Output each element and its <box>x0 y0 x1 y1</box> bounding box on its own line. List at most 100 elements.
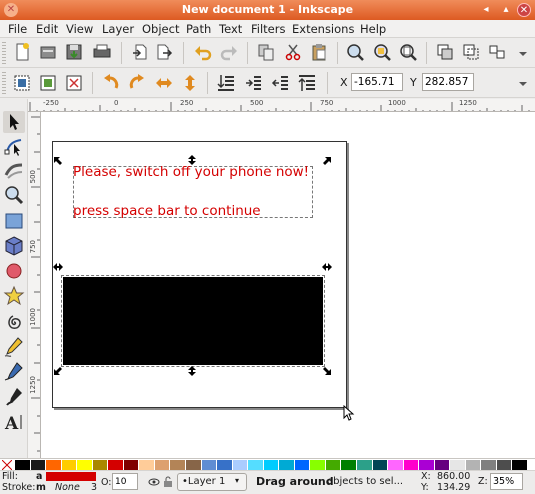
menu-file[interactable]: File <box>8 22 27 36</box>
menu-path[interactable]: Path <box>186 22 211 36</box>
layer-visibility-icon[interactable] <box>148 476 160 488</box>
zoom-tool-icon[interactable] <box>3 184 25 206</box>
color-swatch[interactable] <box>108 460 123 470</box>
menu-view[interactable]: View <box>66 22 93 36</box>
color-swatch[interactable] <box>92 460 108 470</box>
color-swatch[interactable] <box>450 460 465 470</box>
color-swatch[interactable] <box>139 460 154 470</box>
resize-handle-w[interactable] <box>53 262 63 272</box>
toolbar-grip[interactable] <box>2 72 6 94</box>
3d-box-tool-icon[interactable] <box>3 235 25 257</box>
layer-selector[interactable]: •Layer 1 ▾ <box>177 473 247 491</box>
export-icon[interactable] <box>154 42 174 62</box>
color-swatch[interactable] <box>419 460 434 470</box>
text-tool-icon[interactable]: A <box>3 411 25 434</box>
no-paint-swatch[interactable] <box>1 459 13 471</box>
color-swatch[interactable] <box>248 460 263 470</box>
resize-handle-n[interactable] <box>187 155 197 165</box>
zoom-page-icon[interactable] <box>398 42 418 62</box>
close-icon[interactable]: ✕ <box>517 3 531 17</box>
node-tool-icon[interactable] <box>3 135 25 157</box>
menu-text[interactable]: Text <box>219 22 242 36</box>
menu-layer[interactable]: Layer <box>102 22 134 36</box>
menu-help[interactable]: Help <box>360 22 386 36</box>
star-tool-icon[interactable] <box>3 285 25 307</box>
color-swatch[interactable] <box>123 460 139 470</box>
redo-icon[interactable] <box>219 42 239 62</box>
resize-handle-nw[interactable] <box>53 156 63 166</box>
ellipse-tool-icon[interactable] <box>3 260 25 282</box>
select-all-layers-icon[interactable] <box>38 73 58 93</box>
stroke-none-label[interactable]: None <box>55 482 80 493</box>
cut-icon[interactable] <box>283 42 303 62</box>
color-swatch[interactable] <box>512 460 527 470</box>
y-field[interactable] <box>422 73 474 91</box>
opacity-field[interactable] <box>112 473 138 490</box>
color-swatch[interactable] <box>341 460 356 470</box>
tweak-tool-icon[interactable] <box>3 159 25 181</box>
undo-icon[interactable] <box>193 42 213 62</box>
x-field[interactable] <box>351 73 403 91</box>
color-swatch[interactable] <box>357 460 372 470</box>
rotate-cw-icon[interactable] <box>127 73 147 93</box>
color-swatch[interactable] <box>325 460 341 470</box>
print-icon[interactable] <box>92 42 112 62</box>
calligraphy-tool-icon[interactable] <box>3 386 25 408</box>
color-swatch[interactable] <box>481 460 496 470</box>
drawing-canvas[interactable]: Please, switch off your phone now! press… <box>41 112 535 458</box>
resize-handle-se[interactable] <box>322 366 332 376</box>
color-swatch[interactable] <box>294 460 310 470</box>
color-swatch[interactable] <box>263 460 279 470</box>
resize-handle-e[interactable] <box>322 262 332 272</box>
color-swatch[interactable] <box>154 460 170 470</box>
duplicate-icon[interactable] <box>435 42 455 62</box>
horizontal-ruler[interactable]: -250 0 250 500 750 1000 1250 <box>28 99 535 112</box>
toolbar-grip[interactable] <box>2 42 6 64</box>
color-swatch[interactable] <box>15 460 30 470</box>
save-icon[interactable] <box>64 42 84 62</box>
resize-handle-s[interactable] <box>187 366 197 376</box>
resize-handle-sw[interactable] <box>53 366 63 376</box>
clone-icon[interactable] <box>461 42 481 62</box>
color-swatch[interactable] <box>496 460 512 470</box>
resize-handle-ne[interactable] <box>322 156 332 166</box>
color-swatch[interactable] <box>403 460 419 470</box>
raise-to-top-icon[interactable] <box>297 73 317 93</box>
text-line-1[interactable]: Please, switch off your phone now! <box>73 164 309 180</box>
layer-lock-icon[interactable] <box>163 476 173 488</box>
color-swatch[interactable] <box>201 460 217 470</box>
spiral-tool-icon[interactable] <box>3 311 25 333</box>
selector-tool-icon[interactable] <box>3 111 25 133</box>
fill-color-indicator[interactable] <box>46 472 96 481</box>
menu-filters[interactable]: Filters <box>251 22 285 36</box>
text-line-2[interactable]: press space bar to continue <box>73 203 261 219</box>
maximize-icon[interactable]: ▴ <box>499 3 513 17</box>
pen-tool-icon[interactable] <box>3 361 25 383</box>
toolbar-overflow-icon[interactable] <box>513 74 533 94</box>
color-swatch[interactable] <box>465 460 481 470</box>
toolbar-overflow-icon[interactable] <box>513 44 533 64</box>
menu-edit[interactable]: Edit <box>36 22 58 36</box>
stroke-width-value[interactable]: 3 <box>91 482 97 493</box>
color-swatch[interactable] <box>46 460 61 470</box>
zoom-selection-icon[interactable] <box>345 42 365 62</box>
zoom-drawing-icon[interactable] <box>372 42 392 62</box>
open-icon[interactable] <box>38 42 58 62</box>
rectangle-tool-icon[interactable] <box>3 210 25 232</box>
color-swatch[interactable] <box>372 460 388 470</box>
raise-icon[interactable] <box>270 73 290 93</box>
menu-object[interactable]: Object <box>142 22 179 36</box>
pencil-tool-icon[interactable] <box>3 336 25 358</box>
rotate-ccw-icon[interactable] <box>101 73 121 93</box>
color-swatch[interactable] <box>170 460 185 470</box>
color-swatch[interactable] <box>232 460 248 470</box>
color-swatch[interactable] <box>77 460 92 470</box>
lower-to-bottom-icon[interactable] <box>216 73 236 93</box>
color-swatch[interactable] <box>217 460 232 470</box>
import-icon[interactable] <box>130 42 150 62</box>
paste-icon[interactable] <box>309 42 329 62</box>
flip-horizontal-icon[interactable] <box>154 73 174 93</box>
flip-vertical-icon[interactable] <box>180 73 200 93</box>
select-all-icon[interactable] <box>12 73 32 93</box>
group-icon[interactable] <box>487 42 507 62</box>
